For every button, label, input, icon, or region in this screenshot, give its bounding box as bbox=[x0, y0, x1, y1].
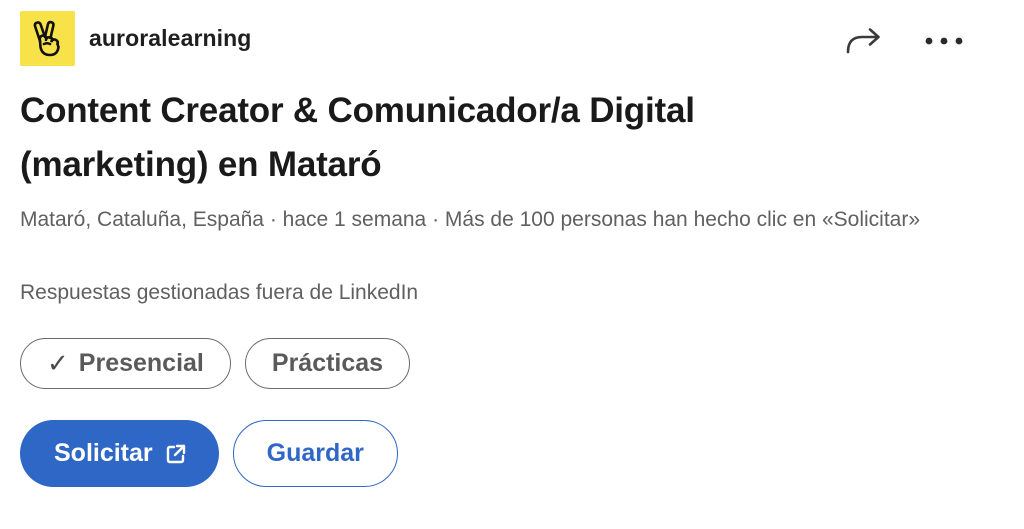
job-header: auroralearning bbox=[20, 11, 984, 67]
workplace-chip[interactable]: ✓ Presencial bbox=[20, 338, 231, 389]
more-options-button[interactable] bbox=[920, 23, 968, 59]
job-title: Content Creator & Comunicador/a Digital … bbox=[20, 91, 695, 184]
job-actions: Solicitar Guardar bbox=[20, 420, 398, 487]
save-button[interactable]: Guardar bbox=[232, 420, 398, 487]
external-link-icon bbox=[165, 443, 187, 465]
applications-note: Respuestas gestionadas fuera de LinkedIn bbox=[20, 281, 419, 304]
job-type-chip[interactable]: Prácticas bbox=[244, 338, 411, 389]
job-card: auroralearning Content Creator & Comunic… bbox=[0, 0, 1024, 529]
apply-button[interactable]: Solicitar bbox=[20, 420, 219, 487]
company-logo[interactable] bbox=[20, 11, 75, 66]
company-name[interactable]: auroralearning bbox=[89, 25, 251, 52]
job-type-chip-label: Prácticas bbox=[271, 349, 384, 377]
job-meta: Mataró, Cataluña, España · hace 1 semana… bbox=[20, 208, 921, 231]
check-icon: ✓ bbox=[47, 348, 69, 378]
victory-hand-icon bbox=[33, 20, 60, 56]
share-button[interactable] bbox=[844, 23, 884, 59]
apply-button-label: Solicitar bbox=[54, 439, 153, 467]
save-button-label: Guardar bbox=[266, 439, 364, 467]
more-dots-icon bbox=[925, 37, 963, 45]
job-chips: ✓ Presencial Prácticas bbox=[20, 338, 411, 389]
share-arrow-icon bbox=[846, 28, 880, 54]
workplace-chip-label: Presencial bbox=[78, 349, 204, 377]
